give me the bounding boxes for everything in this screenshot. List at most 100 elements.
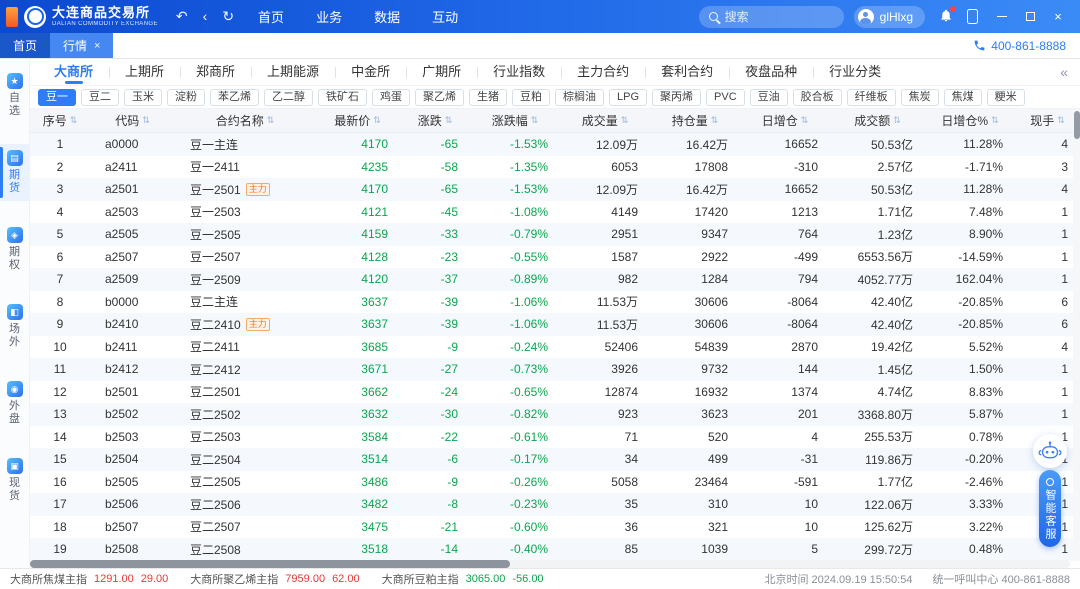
column-header-7[interactable]: 成交量⇅ bbox=[560, 109, 650, 132]
sort-icon[interactable]: ⇅ bbox=[1057, 115, 1065, 126]
table-row[interactable]: 8b0000豆二主连3637-39-1.06%11.53万30606-80644… bbox=[30, 291, 1080, 314]
column-header-5[interactable]: 涨跌⇅ bbox=[400, 109, 470, 132]
menu-item-3[interactable]: 数据 bbox=[374, 7, 400, 26]
sort-icon[interactable]: ⇅ bbox=[142, 115, 150, 126]
table-row[interactable]: 13b2502豆二25023632-30-0.82%92336232013368… bbox=[30, 403, 1080, 426]
category-tab-11[interactable]: 豆粕 bbox=[512, 89, 550, 106]
table-row[interactable]: 14b2503豆二25033584-22-0.61%715204255.53万0… bbox=[30, 426, 1080, 449]
exchange-tab-2[interactable]: 上期所 bbox=[109, 59, 180, 85]
vertical-scrollbar[interactable] bbox=[1073, 109, 1080, 559]
sort-icon[interactable]: ⇅ bbox=[711, 115, 719, 126]
category-tab-12[interactable]: 棕榈油 bbox=[555, 89, 604, 106]
vertical-scrollbar-thumb[interactable] bbox=[1074, 111, 1080, 139]
table-row[interactable]: 7a2509豆一25094120-37-0.89%98212847944052.… bbox=[30, 268, 1080, 291]
menu-item-2[interactable]: 业务 bbox=[316, 7, 342, 26]
column-header-6[interactable]: 涨跌幅⇅ bbox=[470, 109, 560, 132]
table-row[interactable]: 1a0000豆一主连4170-65-1.53%12.09万16.42万16652… bbox=[30, 133, 1080, 156]
sort-icon[interactable]: ⇅ bbox=[445, 115, 453, 126]
notification-bell-icon[interactable] bbox=[939, 8, 953, 26]
exchange-tab-6[interactable]: 广期所 bbox=[406, 59, 477, 85]
table-row[interactable]: 15b2504豆二25043514-6-0.17%34499-31119.86万… bbox=[30, 448, 1080, 471]
table-row[interactable]: 19b2508豆二25083518-14-0.40%8510395299.72万… bbox=[30, 538, 1080, 561]
category-tab-7[interactable]: 铁矿石 bbox=[318, 89, 367, 106]
refresh-icon[interactable]: ↻ bbox=[222, 8, 234, 25]
category-tab-3[interactable]: 玉米 bbox=[124, 89, 162, 106]
exchange-tab-8[interactable]: 主力合约 bbox=[561, 59, 645, 85]
category-tab-8[interactable]: 鸡蛋 bbox=[372, 89, 410, 106]
sort-icon[interactable]: ⇅ bbox=[801, 115, 809, 126]
exchange-tab-10[interactable]: 夜盘品种 bbox=[729, 59, 813, 85]
category-tab-15[interactable]: PVC bbox=[706, 89, 745, 106]
category-tab-4[interactable]: 淀粉 bbox=[167, 89, 205, 106]
sort-icon[interactable]: ⇅ bbox=[991, 115, 999, 126]
page-tab-1[interactable]: 首页 bbox=[0, 33, 50, 58]
column-header-4[interactable]: 最新价⇅ bbox=[315, 109, 400, 132]
category-tab-16[interactable]: 豆油 bbox=[750, 89, 788, 106]
page-tab-2[interactable]: 行情× bbox=[50, 33, 113, 58]
category-tab-2[interactable]: 豆二 bbox=[81, 89, 119, 106]
exchange-tab-7[interactable]: 行业指数 bbox=[477, 59, 561, 85]
table-row[interactable]: 9b2410豆二2410主力3637-39-1.06%11.53万30606-8… bbox=[30, 313, 1080, 336]
column-header-11[interactable]: 日增仓%⇅ bbox=[925, 109, 1015, 132]
sort-icon[interactable]: ⇅ bbox=[70, 115, 78, 126]
category-tab-9[interactable]: 聚乙烯 bbox=[415, 89, 464, 106]
sidebar-item-futures[interactable]: ▤期货 bbox=[0, 144, 29, 201]
menu-item-4[interactable]: 互动 bbox=[432, 7, 458, 26]
user-pill[interactable]: glHlxg bbox=[854, 6, 925, 28]
minimize-button[interactable] bbox=[988, 0, 1016, 33]
close-button[interactable]: × bbox=[1044, 0, 1072, 33]
category-tab-19[interactable]: 焦炭 bbox=[901, 89, 939, 106]
table-row[interactable]: 16b2505豆二25053486-9-0.26%505823464-5911.… bbox=[30, 471, 1080, 494]
sort-icon[interactable]: ⇅ bbox=[267, 115, 275, 126]
sidebar-item-overseas[interactable]: ◉外盘 bbox=[0, 375, 29, 432]
exchange-tab-9[interactable]: 套利合约 bbox=[645, 59, 729, 85]
menu-item-1[interactable]: 首页 bbox=[258, 7, 284, 26]
column-header-3[interactable]: 合约名称⇅ bbox=[175, 109, 315, 132]
table-row[interactable]: 3a2501豆一2501主力4170-65-1.53%12.09万16.42万1… bbox=[30, 178, 1080, 201]
column-header-10[interactable]: 成交额⇅ bbox=[830, 109, 925, 132]
category-tab-14[interactable]: 聚丙烯 bbox=[652, 89, 701, 106]
category-tab-1[interactable]: 豆一 bbox=[38, 89, 76, 106]
horizontal-scrollbar[interactable] bbox=[30, 560, 1070, 568]
category-tab-17[interactable]: 胶合板 bbox=[793, 89, 842, 106]
robot-avatar-icon[interactable] bbox=[1033, 434, 1067, 468]
smart-service-button[interactable]: 智能客服 bbox=[1039, 470, 1061, 547]
table-row[interactable]: 17b2506豆二25063482-8-0.23%3531010122.06万3… bbox=[30, 493, 1080, 516]
table-row[interactable]: 12b2501豆二25013662-24-0.65%12874169321374… bbox=[30, 381, 1080, 404]
search-input[interactable] bbox=[725, 10, 834, 24]
sidebar-item-favorites[interactable]: ★自选 bbox=[0, 67, 29, 124]
table-row[interactable]: 10b2411豆二24113685-9-0.24%524065483928701… bbox=[30, 336, 1080, 359]
table-row[interactable]: 2a2411豆一24114235-58-1.35%605317808-3102.… bbox=[30, 156, 1080, 179]
tab-close-icon[interactable]: × bbox=[94, 40, 100, 52]
exchange-tab-11[interactable]: 行业分类 bbox=[813, 59, 897, 85]
sort-icon[interactable]: ⇅ bbox=[621, 115, 629, 126]
mobile-app-icon[interactable] bbox=[967, 9, 978, 24]
category-tab-6[interactable]: 乙二醇 bbox=[264, 89, 313, 106]
sort-icon[interactable]: ⇅ bbox=[373, 115, 381, 126]
exchange-tab-1[interactable]: 大商所 bbox=[38, 59, 109, 85]
table-row[interactable]: 4a2503豆一25034121-45-1.08%41491742012131.… bbox=[30, 201, 1080, 224]
collapse-panel-icon[interactable]: « bbox=[1060, 64, 1080, 80]
table-row[interactable]: 18b2507豆二25073475-21-0.60%3632110125.62万… bbox=[30, 516, 1080, 539]
table-row[interactable]: 6a2507豆一25074128-23-0.55%15872922-499655… bbox=[30, 246, 1080, 269]
exchange-tab-5[interactable]: 中金所 bbox=[335, 59, 406, 85]
column-header-8[interactable]: 持仓量⇅ bbox=[650, 109, 740, 132]
category-tab-21[interactable]: 粳米 bbox=[987, 89, 1025, 106]
back-icon[interactable]: ‹ bbox=[203, 8, 208, 25]
column-header-9[interactable]: 日增仓⇅ bbox=[740, 109, 830, 132]
table-row[interactable]: 5a2505豆一25054159-33-0.79%295193477641.23… bbox=[30, 223, 1080, 246]
category-tab-5[interactable]: 苯乙烯 bbox=[210, 89, 259, 106]
undo-icon[interactable]: ↶ bbox=[176, 8, 188, 25]
sidebar-item-spot[interactable]: ▣现货 bbox=[0, 452, 29, 509]
column-header-2[interactable]: 代码⇅ bbox=[90, 109, 175, 132]
category-tab-20[interactable]: 焦煤 bbox=[944, 89, 982, 106]
sidebar-item-options[interactable]: ◈期权 bbox=[0, 221, 29, 278]
column-header-1[interactable]: 序号⇅ bbox=[30, 109, 90, 132]
category-tab-10[interactable]: 生猪 bbox=[469, 89, 507, 106]
category-tab-13[interactable]: LPG bbox=[609, 89, 647, 106]
column-header-12[interactable]: 现手⇅ bbox=[1015, 109, 1080, 132]
sort-icon[interactable]: ⇅ bbox=[531, 115, 539, 126]
horizontal-scrollbar-thumb[interactable] bbox=[30, 560, 510, 568]
category-tab-18[interactable]: 纤维板 bbox=[847, 89, 896, 106]
exchange-tab-3[interactable]: 郑商所 bbox=[180, 59, 251, 85]
